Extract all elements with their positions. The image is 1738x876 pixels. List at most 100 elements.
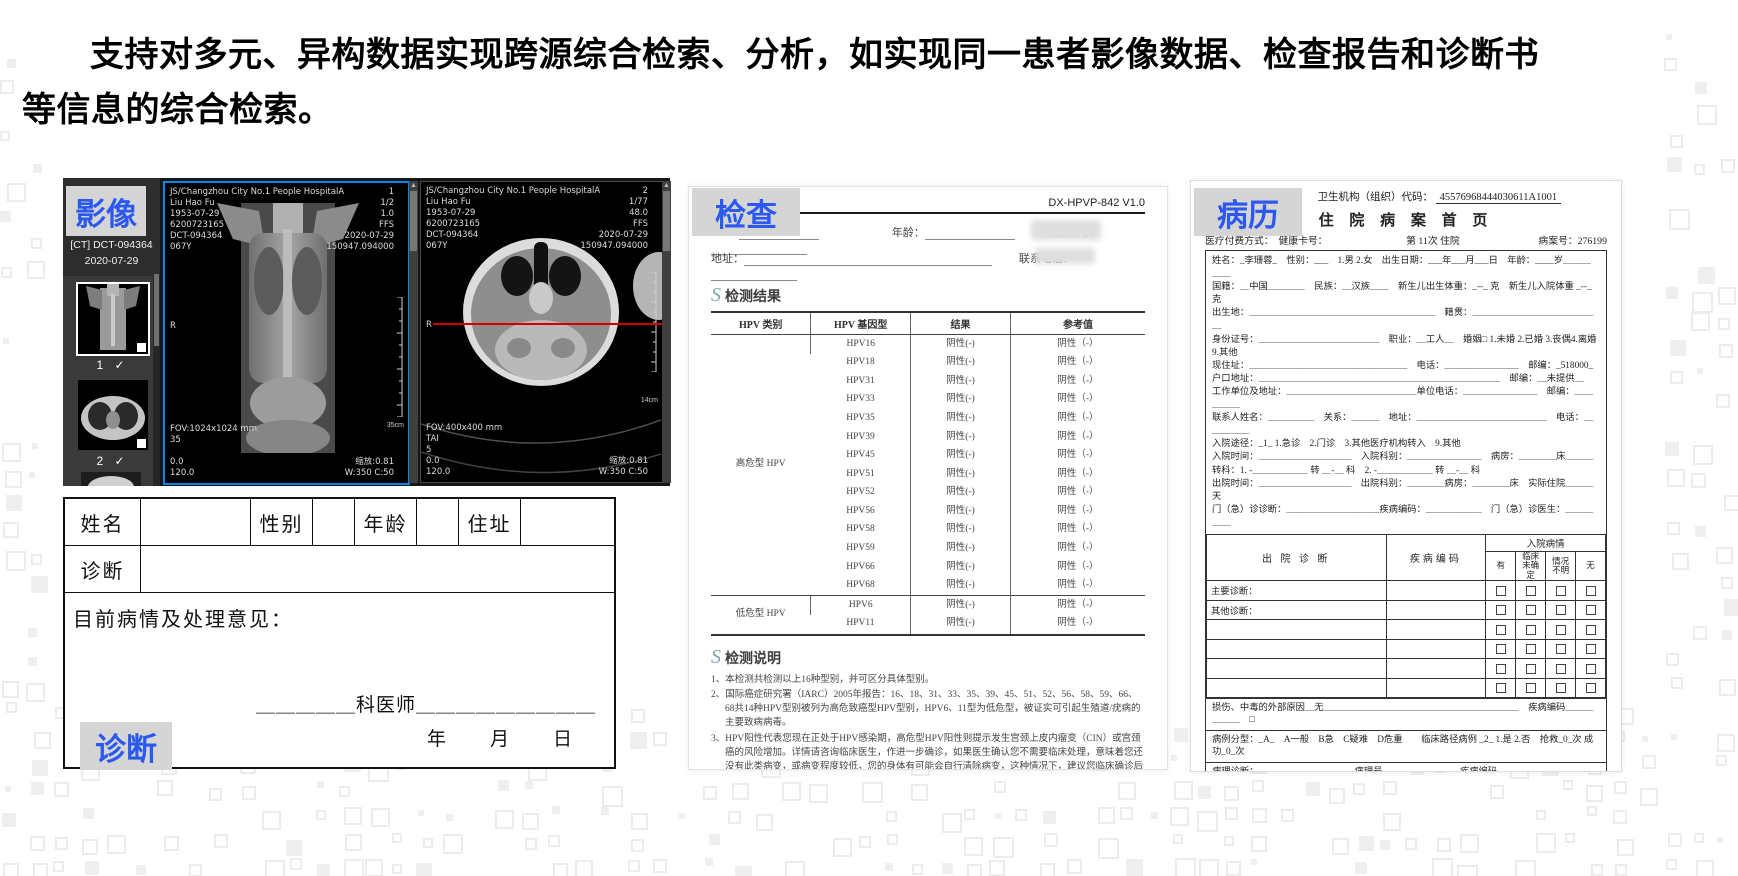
field-gender-label: 性别 (251, 499, 313, 545)
label-exam: 检查 (692, 188, 800, 236)
bgi-s-icon: S (711, 646, 721, 668)
vp1-overlay-topleft: JS/Changzhou City No.1 People HospitalAL… (170, 187, 344, 253)
test-notes: 1、本检测共检测以上16种型别，并可区分具体型别。2、国际癌症研究署（IARC）… (711, 673, 1145, 771)
info-line: 姓名：_李珊蓉_ 性别：___ 1.男 2.女 出生日期：___年___月___… (1212, 255, 1600, 281)
result-section-title: S检测结果 (711, 284, 1145, 307)
case-number: 病案号：276199 (1538, 233, 1607, 247)
thumbnail-1-label: 1 ✓ (71, 358, 154, 372)
patient-info-lines: 姓名：_李珊蓉_ 性别：___ 1.男 2.女 出生日期：___年___月___… (1206, 251, 1606, 534)
thumb-corner-marker (137, 439, 146, 448)
thumbnail-3-partial[interactable] (81, 472, 141, 486)
field-address-value (521, 499, 614, 545)
visit-count: 第 11次 住院 (1406, 233, 1460, 247)
admission-checkbox (1586, 683, 1596, 693)
discharge-diagnosis-table: 出 院 诊 断 疾病编码 入院病情 有临床 未确定情况 不明无 主要诊断：其他诊… (1206, 534, 1606, 698)
note-item: 2、国际癌症研究署（IARC）2005年报告：16、18、31、33、35、39… (711, 688, 1145, 731)
label-record: 病历 (1194, 188, 1302, 236)
vp2-scrollbar[interactable]: ▲ (662, 181, 671, 483)
admission-checkbox (1556, 586, 1566, 596)
info-line: 转科：1. -＿＿＿＿＿＿ 转 ＿-＿ 科 2. -＿＿＿＿＿＿ 转 ＿-＿ 科 (1212, 465, 1600, 478)
series-id: [CT] DCT-094364 (63, 238, 160, 254)
series-date: 2020-07-29 (63, 254, 160, 270)
info-line: 出生地：＿＿＿＿＿＿＿＿＿＿＿＿＿＿＿＿＿＿＿＿ 籍贯：＿＿＿＿＿＿＿＿＿＿＿＿… (1212, 307, 1600, 333)
redacted-phone (1035, 248, 1095, 264)
field-name-value (141, 499, 251, 545)
hpv-report-page: DX-HPVP-842 V1.0 年龄： 样品编号： 地址： 联系电话： S检测… (688, 186, 1168, 770)
slide: 支持对多元、异构数据实现跨源综合检索、分析，如实现同一患者影像数据、检查报告和诊… (0, 0, 1738, 876)
date-line: 年 月 日 (427, 724, 574, 751)
admission-checkbox (1526, 644, 1536, 654)
vp2-overlay-bottomright: 缩放:0.81W:350 C:50 (599, 456, 648, 478)
admission-checkbox (1586, 586, 1596, 596)
vp1-ruler: 35cm (394, 297, 404, 417)
vp2-orientation: R (426, 320, 432, 331)
admission-checkbox (1556, 683, 1566, 693)
field-diagnosis-label: 诊断 (65, 546, 141, 592)
vp1-ruler-label: 35cm (387, 422, 404, 429)
label-imaging: 影像 (66, 186, 146, 236)
thumbnail-2[interactable]: 2 ✓ (71, 380, 154, 468)
record-main-box: 姓名：_李珊蓉_ 性别：___ 1.男 2.女 出生日期：___年___月___… (1205, 250, 1607, 772)
note-item: 1、本检测共检测以上16种型别，并可区分具体型别。 (711, 673, 1145, 687)
admission-checkbox (1496, 683, 1506, 693)
dicom-viewer: [CT] DCT-094364 2020-07-29 1 ✓ (63, 178, 670, 486)
record-bottom-lines: 损伤、中毒的外部原因＿无＿＿＿＿＿＿＿＿＿＿＿＿＿＿＿＿＿＿＿＿＿ 疾病编码＿＿… (1206, 698, 1606, 772)
admission-checkbox (1586, 605, 1596, 615)
opinion-label: 目前病情及处理意见： (73, 609, 293, 631)
col-disease-code: 疾病编码 (1386, 534, 1486, 580)
record-bottom-line: 损伤、中毒的外部原因＿无＿＿＿＿＿＿＿＿＿＿＿＿＿＿＿＿＿＿＿＿＿ 疾病编码＿＿… (1206, 698, 1606, 730)
info-line: 门（急）诊诊断：＿＿＿＿＿＿＿＿＿＿疾病编码：＿＿＿＿＿＿ 门（急）诊医生：＿＿… (1212, 504, 1600, 530)
info-line: 出院时间：＿＿＿＿＿＿＿＿＿＿ 出院科别：＿＿＿＿病房：＿＿＿＿床 实际住院＿＿… (1212, 478, 1600, 504)
info-line: 入院时间：＿＿＿＿＿＿＿＿＿＿ 入院科别：＿＿＿＿＿＿＿＿ 病房：＿＿＿＿床＿＿… (1212, 451, 1600, 464)
admission-checkbox (1496, 625, 1506, 635)
inpatient-record-page: 深圳医院 卫生机构（组织）代码： 45576968444030611A1001 … (1190, 180, 1622, 772)
field-gender-value (313, 499, 355, 545)
address-field-label: 地址： (711, 253, 744, 265)
head-ct-art (449, 224, 663, 414)
vp2-overlay-topleft: JS/Changzhou City No.1 People HospitalAL… (426, 186, 600, 252)
col-discharge-diagnosis: 出 院 诊 断 (1207, 534, 1387, 580)
info-line: 入院途径：_1_ 1.急诊 2.门诊 3.其他医疗机构转入 9.其他 (1212, 438, 1600, 451)
vp1-orientation: R (170, 321, 176, 332)
admission-checkbox (1526, 683, 1536, 693)
vp1-overlay-bottomleft: FOV:1024x1024 mm35 0.0120.0 (170, 424, 257, 479)
record-bottom-line: 病例分型：_A_ A一般 B急 C疑难 D危重 临床路径病例 _2_ 1.是 2… (1206, 730, 1606, 762)
admission-checkbox (1496, 644, 1506, 654)
vp2-ruler-label: 14cm (641, 397, 658, 404)
admission-checkbox (1556, 625, 1566, 635)
admission-checkbox (1586, 644, 1596, 654)
hpv-result-table: HPV 类别HPV 基因型结果参考值 高危型 HPVHPV16阴性(-)阴性（-… (711, 311, 1145, 636)
info-line: 现住址：＿＿＿＿＿＿＿＿＿＿＿＿＿＿＿＿＿ 电话：＿＿＿＿＿＿＿＿ 邮编：_51… (1212, 360, 1600, 373)
viewport-scout[interactable]: JS/Changzhou City No.1 People HospitalAL… (163, 181, 410, 485)
vp2-ruler: 14cm (648, 272, 658, 392)
age-field-label: 年龄： (892, 227, 925, 239)
admission-checkbox (1526, 664, 1536, 674)
physician-sign-line: ＿＿＿＿＿科医师＿＿＿＿＿＿＿＿＿ (256, 690, 596, 717)
note-item: 3、HPV阳性代表您现在正处于HPV感染期，高危型HPV阳性则提示发生宫颈上皮内… (711, 732, 1145, 771)
admission-checkbox (1586, 625, 1596, 635)
thumbnail-2-image[interactable] (78, 380, 148, 450)
vp1-scrollbar[interactable]: ▲ (409, 181, 418, 483)
field-age-label: 年龄 (355, 499, 417, 545)
info-line: 联系人姓名：＿＿＿＿＿ 关系：＿＿＿ 地址：＿＿＿＿＿＿＿＿＿＿＿＿＿＿ 电话：… (1212, 412, 1600, 438)
admission-checkbox (1496, 586, 1506, 596)
admission-checkbox (1526, 586, 1536, 596)
thumbnail-1[interactable]: 1 ✓ (71, 284, 154, 372)
col-admission-condition: 入院病情 (1486, 534, 1606, 551)
thumbnail-1-image[interactable] (78, 284, 148, 354)
bgi-s-icon: S (711, 284, 721, 306)
notes-section-title: S检测说明 (711, 646, 1145, 669)
thumbnail-2-label: 2 ✓ (71, 454, 154, 468)
admission-checkbox (1556, 605, 1566, 615)
admission-checkbox (1556, 644, 1566, 654)
info-line: 户口地址：＿＿＿＿＿＿＿＿＿＿＿＿＿＿＿＿＿＿＿＿＿＿＿＿＿＿ 邮编：＿未提供＿ (1212, 373, 1600, 386)
admission-checkbox (1526, 605, 1536, 615)
field-diagnosis-value (141, 546, 614, 592)
vp2-overlay-bottomleft: FOV:400x400 mmTAI50.0120.0 (426, 423, 502, 478)
admission-checkbox (1586, 664, 1596, 674)
sidebar-scrollbar[interactable] (153, 274, 160, 486)
redacted-sample (1031, 220, 1101, 240)
info-line: 身份证号：＿＿＿＿＿＿＿＿＿＿＿＿＿ 职业：＿工人＿ 婚姻□ 1.未婚 2.已婚… (1212, 334, 1600, 360)
viewport-head-ct[interactable]: JS/Changzhou City No.1 People HospitalAL… (420, 181, 663, 483)
admission-checkbox (1496, 664, 1506, 674)
